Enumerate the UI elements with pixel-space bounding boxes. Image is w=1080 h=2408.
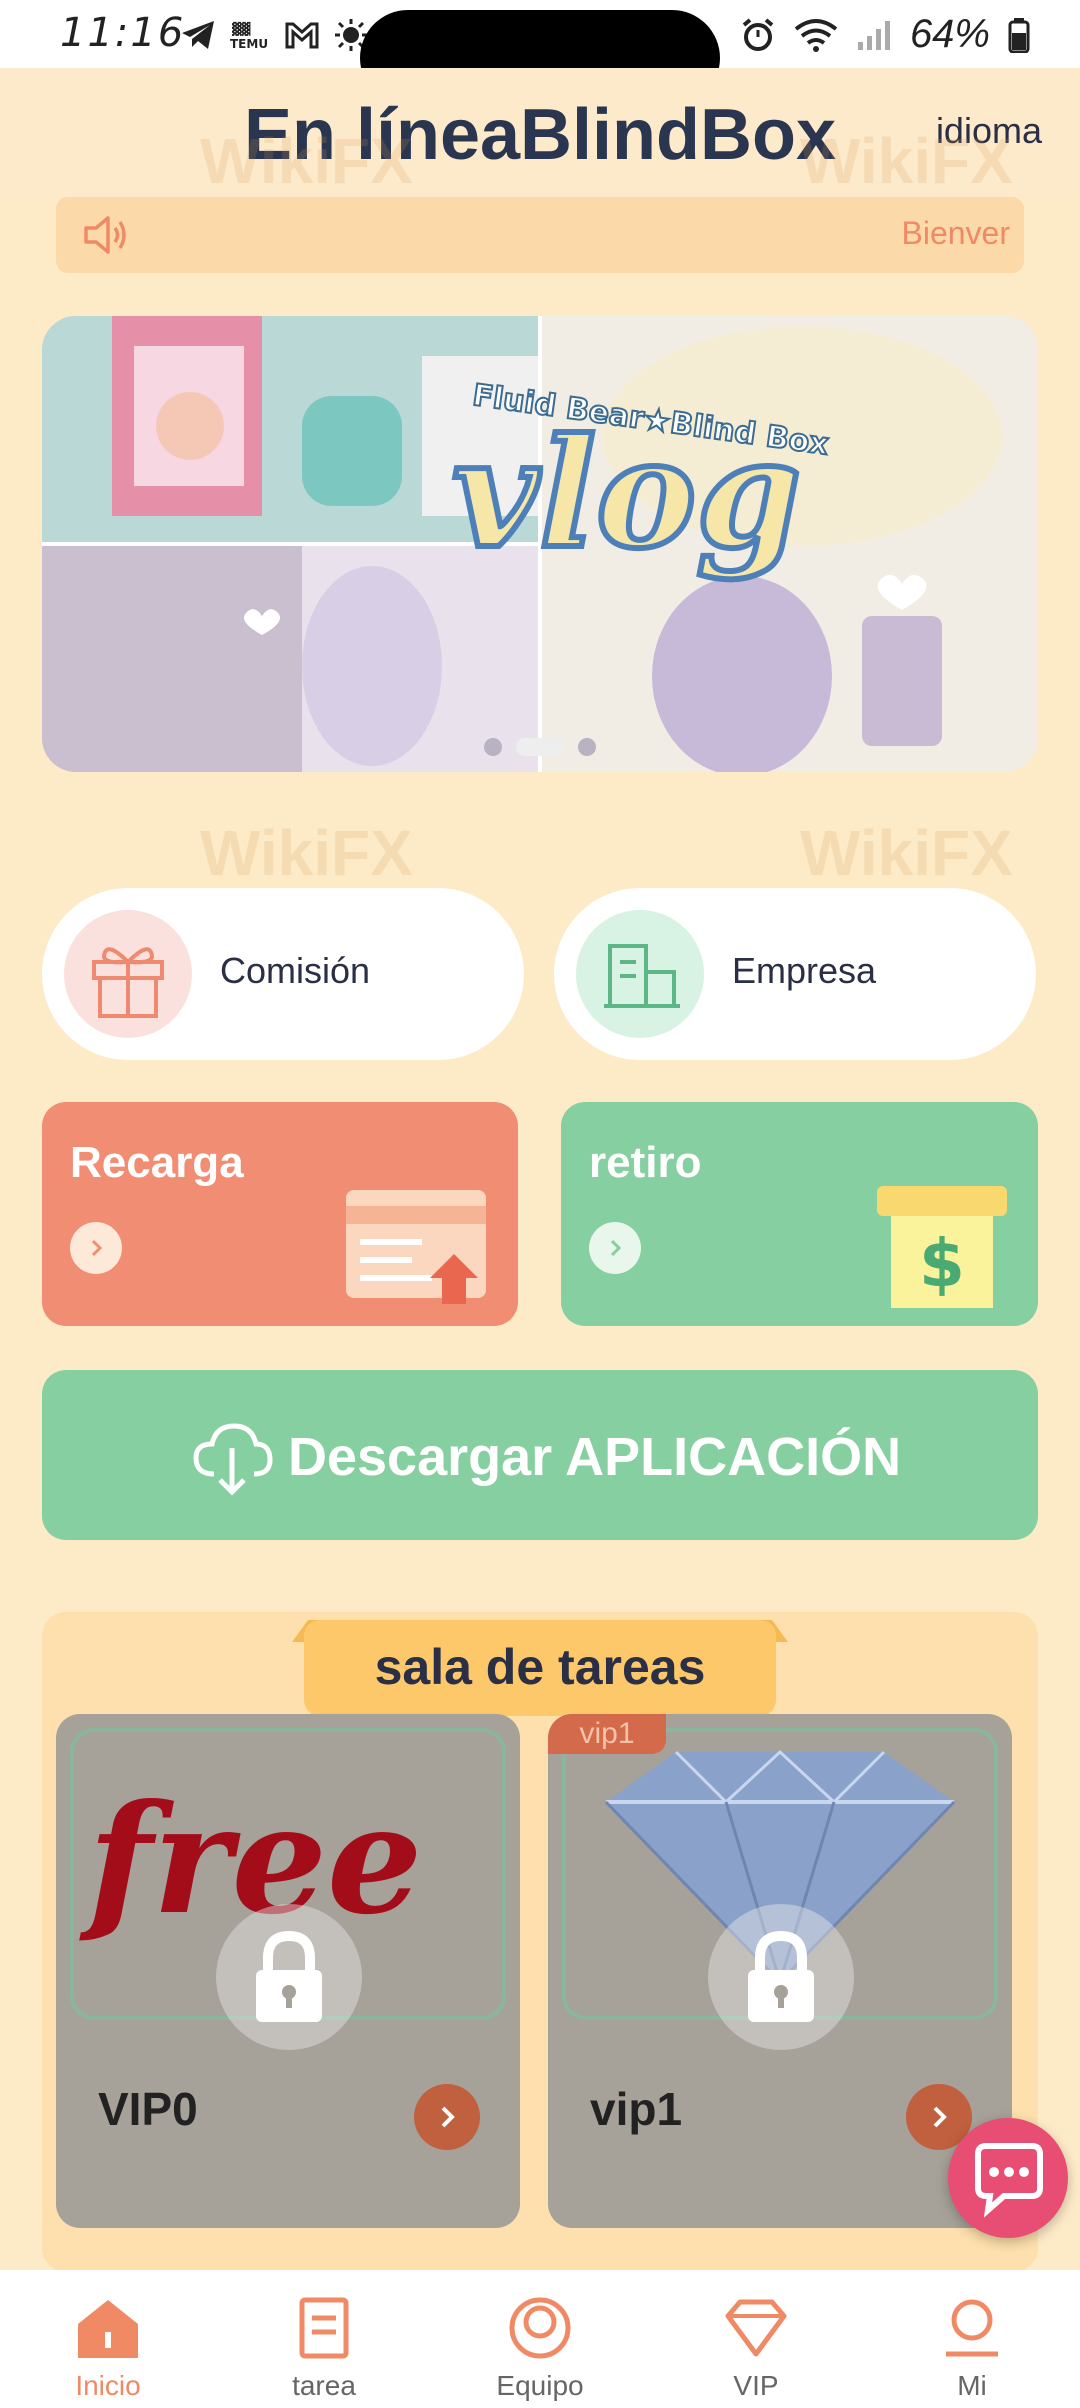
status-bar: 11:16 ▓▓ TEMU 64% [0,0,1080,106]
svg-text:vlog: vlog [452,406,801,582]
watermark: WikiFX [200,817,413,889]
chevron-right-icon [610,1239,622,1257]
telegram-icon [182,21,214,49]
task-name: VIP0 [98,2083,198,2135]
gift-icon [92,947,164,1018]
recharge-arrow-button[interactable] [70,1222,122,1274]
gift-icon-circle [64,910,192,1038]
commission-link[interactable]: Comisión [42,888,524,1060]
bottom-navigation: Inicio tarea Equipo VIP Mi [0,2270,1080,2408]
notice-bar[interactable]: Bienver [56,197,1024,273]
chat-icon [975,2143,1043,2218]
task-card-vip1[interactable]: vip1 vip1 [548,1714,1012,2228]
task-go-button[interactable] [414,2084,480,2150]
chevron-right-icon [91,1239,103,1257]
status-system-icons: 64% [740,12,1030,57]
recharge-card[interactable]: Recarga [42,1102,518,1326]
pagination-dot[interactable] [484,738,502,756]
nav-profile[interactable]: Mi [864,2270,1080,2408]
nav-team-label: Equipo [496,2370,584,2401]
battery-percentage: 64% [909,12,990,56]
padlock-icon [748,1930,814,2022]
pagination-dot-active[interactable] [516,738,564,756]
alarm-icon [742,17,774,51]
notice-text: Bienver [901,215,1011,251]
nav-team[interactable]: Equipo [432,2270,648,2408]
task-name: vip1 [590,2083,683,2135]
diamond-icon [725,2299,787,2357]
card-payment-icon [346,1190,486,1304]
banner-image: Fluid Bear★Blind Box vlog [42,316,1038,772]
recharge-label: Recarga [70,1138,244,1187]
nav-task[interactable]: tarea [216,2270,432,2408]
watermark: WikiFX [800,125,1013,197]
building-icon [604,944,680,1008]
profile-icon [946,2299,998,2357]
task-hall-title: sala de tareas [374,1639,706,1695]
nav-vip-label: VIP [733,2370,779,2401]
building-icon-circle [576,910,704,1038]
signal-icon [857,20,890,50]
watermark: WikiFX [800,817,1013,889]
nav-vip[interactable]: VIP [648,2270,864,2408]
gmail-icon [285,22,319,49]
task-hall-header: sala de tareas [292,1612,788,1722]
temu-icon: ▓▓TEMU [230,21,268,50]
battery-icon [1008,17,1030,53]
download-label: Descargar APLICACIÓN [288,1427,902,1487]
withdraw-label: retiro [589,1138,702,1187]
company-link[interactable]: Empresa [554,888,1036,1060]
lock-icon [216,1904,362,2050]
wifi-icon [794,18,838,52]
withdraw-arrow-button[interactable] [589,1222,641,1274]
status-notification-icons: ▓▓ TEMU [180,18,368,52]
promo-banner[interactable]: Fluid Bear★Blind Box vlog [42,316,1038,772]
home-icon [78,2300,138,2358]
task-icon [299,2297,349,2359]
cash-withdraw-icon: $ [877,1186,1007,1308]
nav-task-label: tarea [292,2370,356,2401]
task-card-vip0[interactable]: free VIP0 [56,1714,520,2228]
svg-text:TEMU: TEMU [230,37,268,50]
nav-profile-label: Mi [957,2370,987,2401]
chat-support-button[interactable] [948,2118,1068,2238]
watermark: WikiFX [200,125,413,197]
vip-badge: vip1 [548,1714,666,1754]
banner-pagination [42,738,1038,756]
withdraw-card[interactable]: retiro $ [561,1102,1038,1326]
padlock-icon [256,1930,322,2022]
lock-icon [708,1904,854,2050]
svg-text:▓▓: ▓▓ [232,21,251,36]
nav-home[interactable]: Inicio [0,2270,216,2408]
commission-label: Comisión [220,950,371,991]
chevron-right-icon [441,2106,455,2128]
download-app-button[interactable]: Descargar APLICACIÓN [42,1370,1038,1540]
speaker-icon [84,216,126,254]
team-icon [509,2297,571,2359]
status-time: 11:16 [60,10,186,56]
nav-home-label: Inicio [75,2370,141,2401]
svg-text:$: $ [919,1225,965,1302]
pagination-dot[interactable] [578,738,596,756]
cloud-download-icon [193,1423,273,1496]
company-label: Empresa [732,950,877,991]
